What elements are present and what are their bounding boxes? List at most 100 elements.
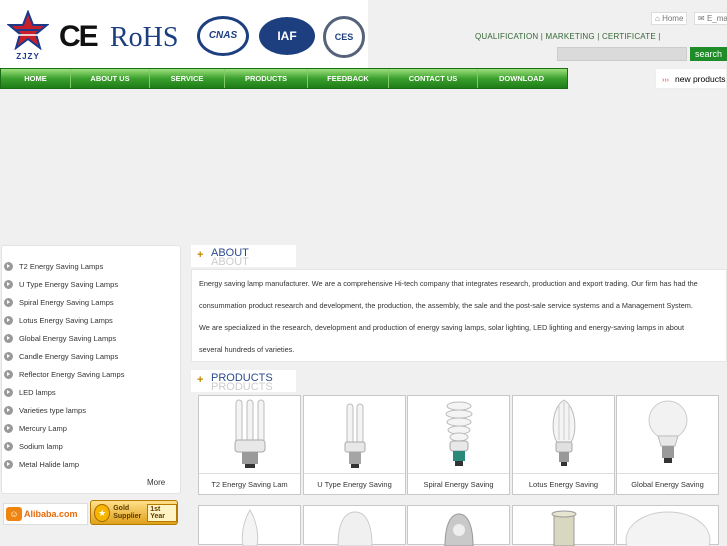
- zjzy-text: ZJZY: [16, 52, 40, 61]
- sidebar-item[interactable]: Reflector Energy Saving Lamps: [4, 365, 180, 383]
- nav-products[interactable]: PRODUCTS: [225, 69, 308, 88]
- bullet-arrow-icon: [4, 333, 13, 343]
- product-card[interactable]: [303, 505, 406, 546]
- product-card[interactable]: [616, 505, 719, 546]
- product-card[interactable]: Global Energy Saving: [616, 395, 719, 495]
- nav-contact-us[interactable]: CONTACT US: [389, 69, 478, 88]
- about-header: + ABOUT ABOUT: [191, 245, 296, 268]
- product-card[interactable]: U Type Energy Saving: [303, 395, 406, 495]
- nav-download[interactable]: DOWNLOAD: [478, 69, 565, 88]
- product-name: U Type Energy Saving: [304, 473, 405, 494]
- sidebar-item[interactable]: T2 Energy Saving Lamps: [4, 257, 180, 275]
- sidebar-more-link[interactable]: More: [147, 478, 165, 487]
- sidebar-item-label: T2 Energy Saving Lamps: [19, 261, 104, 271]
- nav-about-us[interactable]: ABOUT US: [71, 69, 150, 88]
- sidebar-item-label: Candle Energy Saving Lamps: [19, 351, 119, 361]
- nav-home[interactable]: HOME: [1, 69, 71, 88]
- sidebar-item[interactable]: Candle Energy Saving Lamps: [4, 347, 180, 365]
- spiral-lamp-image: [408, 396, 509, 472]
- product-card[interactable]: Spiral Energy Saving: [407, 395, 510, 495]
- cnas-logo: CNAS: [197, 16, 249, 56]
- product-card[interactable]: T2 Energy Saving Lam: [198, 395, 301, 495]
- nav-feedback[interactable]: FEEDBACK: [308, 69, 389, 88]
- sidebar-item[interactable]: Mercury Lamp: [4, 419, 180, 437]
- certification-banner: ZJZY CE RoHS CNAS IAF CES: [0, 0, 368, 68]
- sidebar-item[interactable]: U Type Energy Saving Lamps: [4, 275, 180, 293]
- sidebar-item-label: Mercury Lamp: [19, 423, 67, 433]
- category-sidebar: T2 Energy Saving Lamps U Type Energy Sav…: [1, 245, 181, 494]
- sidebar-item[interactable]: LED lamps: [4, 383, 180, 401]
- sidebar-item-label: U Type Energy Saving Lamps: [19, 279, 119, 289]
- ces-logo: CES: [323, 16, 365, 58]
- ce-logo: CE: [59, 20, 99, 53]
- nav-service[interactable]: SERVICE: [150, 69, 225, 88]
- medal-icon: ★: [94, 503, 111, 522]
- star-icon: [6, 9, 50, 51]
- sidebar-item-label: LED lamps: [19, 387, 56, 397]
- bullet-arrow-icon: [4, 369, 13, 379]
- product-card[interactable]: [198, 505, 301, 546]
- product-name: Spiral Energy Saving: [408, 473, 509, 494]
- sidebar-item[interactable]: Sodium lamp: [4, 437, 180, 455]
- gold-supplier-label: Gold Supplier: [113, 504, 142, 520]
- plus-icon: +: [197, 374, 204, 386]
- new-products-link[interactable]: ››› new products: [655, 68, 727, 89]
- cnas-text: CNAS: [208, 30, 238, 41]
- bullet-arrow-icon: [4, 261, 13, 271]
- products-header: + PRODUCTS PRODUCTS: [191, 370, 296, 393]
- about-title: ABOUT: [211, 247, 249, 259]
- sidebar-item[interactable]: Global Energy Saving Lamps: [4, 329, 180, 347]
- search-button[interactable]: search: [690, 47, 727, 61]
- bullet-arrow-icon: [4, 459, 13, 469]
- main-nav: HOME ABOUT US SERVICE PRODUCTS FEEDBACK …: [0, 68, 568, 89]
- product-card[interactable]: Lotus Energy Saving: [512, 395, 615, 495]
- arrows-icon: ›››: [662, 77, 669, 84]
- rohs-logo: RoHS: [110, 22, 179, 53]
- home-link[interactable]: ⌂ Home: [651, 12, 688, 25]
- product-card[interactable]: [512, 505, 615, 546]
- product-card[interactable]: [407, 505, 510, 546]
- sidebar-item-label: Varieties type lamps: [19, 405, 86, 415]
- led-lamp-image: [408, 506, 509, 546]
- iaf-logo: IAF: [259, 17, 315, 55]
- qualification-links[interactable]: QUALIFICATION | MARKETING | CERTIFICATE …: [475, 32, 661, 41]
- bullet-arrow-icon: [4, 423, 13, 433]
- global-lamp-image: [617, 396, 718, 472]
- varieties-lamp-image: [513, 506, 614, 546]
- about-line: We are specialized in the research, deve…: [199, 323, 684, 332]
- sidebar-item[interactable]: Spiral Energy Saving Lamps: [4, 293, 180, 311]
- bullet-arrow-icon: [4, 315, 13, 325]
- home-icon: ⌂: [655, 14, 660, 23]
- sidebar-item[interactable]: Metal Halide lamp: [4, 455, 180, 473]
- product-name: T2 Energy Saving Lam: [199, 473, 300, 494]
- bullet-arrow-icon: [4, 387, 13, 397]
- sidebar-item[interactable]: Lotus Energy Saving Lamps: [4, 311, 180, 329]
- iaf-text: IAF: [277, 29, 297, 43]
- email-link-label: E_mail: [706, 14, 727, 23]
- sidebar-item[interactable]: Varieties type lamps: [4, 401, 180, 419]
- new-products-label: new products: [675, 74, 726, 84]
- sidebar-item-label: Reflector Energy Saving Lamps: [19, 369, 125, 379]
- about-line: several hundreds of varieties.: [199, 345, 295, 354]
- product-name: Global Energy Saving: [617, 473, 718, 494]
- alibaba-badge[interactable]: ☺ Alibaba.com: [3, 503, 88, 525]
- mail-icon: ✉: [698, 14, 705, 23]
- email-link[interactable]: ✉ E_mail: [694, 12, 727, 25]
- lotus-lamp-image: [513, 396, 614, 472]
- about-line: consummation product research and develo…: [199, 301, 693, 310]
- sidebar-item-label: Global Energy Saving Lamps: [19, 333, 117, 343]
- about-text-box: Energy saving lamp manufacturer. We are …: [191, 269, 727, 362]
- zjzy-logo: ZJZY: [6, 9, 50, 61]
- candle-lamp-image: [199, 506, 300, 546]
- bullet-arrow-icon: [4, 279, 13, 289]
- gold-supplier-badge[interactable]: ★ Gold Supplier 1st Year: [90, 500, 178, 525]
- u-type-lamp-image: [304, 396, 405, 472]
- search-input[interactable]: [557, 47, 687, 61]
- bullet-arrow-icon: [4, 351, 13, 361]
- bullet-arrow-icon: [4, 405, 13, 415]
- reflector-lamp-image: [304, 506, 405, 546]
- year-label: 1st Year: [147, 503, 177, 522]
- ces-text: CES: [334, 32, 354, 42]
- sidebar-item-label: Lotus Energy Saving Lamps: [19, 315, 113, 325]
- product-name: Lotus Energy Saving: [513, 473, 614, 494]
